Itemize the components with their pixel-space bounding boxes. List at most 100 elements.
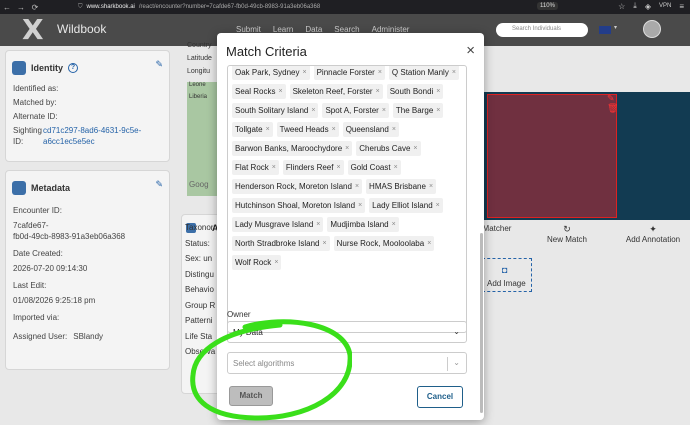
- remove-tag-icon[interactable]: ×: [394, 164, 398, 171]
- map[interactable]: Leone Liberia Goog: [187, 82, 219, 196]
- metadata-title-row: Metadata: [12, 181, 70, 195]
- remove-tag-icon[interactable]: ×: [355, 183, 359, 190]
- chevron-down-icon[interactable]: ⌄: [453, 327, 460, 336]
- edit-pencil-icon[interactable]: ✎: [155, 179, 163, 190]
- metadata-card: Metadata ✎ Encounter ID: 7cafde67- fb0d-…: [5, 170, 170, 370]
- location-tag: Seal Rocks ×: [232, 84, 286, 99]
- remove-tag-icon[interactable]: ×: [429, 183, 433, 190]
- remove-tag-icon[interactable]: ×: [311, 107, 315, 114]
- remove-tag-icon[interactable]: ×: [392, 126, 396, 133]
- magic-wand-icon[interactable]: ✦: [618, 224, 688, 235]
- app-name[interactable]: Wildbook: [57, 22, 106, 36]
- avatar[interactable]: [643, 20, 661, 38]
- remove-tag-icon[interactable]: ×: [323, 240, 327, 247]
- address-bar[interactable]: ⛉ www.sharkbook.ai/react/encounter?numbe…: [78, 4, 320, 11]
- language-flag-icon[interactable]: [599, 26, 611, 34]
- remove-tag-icon[interactable]: ×: [274, 259, 278, 266]
- new-match-action[interactable]: ↻ New Match: [543, 224, 591, 244]
- remove-tag-icon[interactable]: ×: [358, 202, 362, 209]
- match-criteria-modal: Match Criteria × Oak Park, Sydney × Pinnac…: [217, 33, 484, 420]
- remove-tag-icon[interactable]: ×: [302, 69, 306, 76]
- remove-tag-icon[interactable]: ×: [278, 88, 282, 95]
- owner-label: Owner: [227, 310, 251, 319]
- location-tag-label: Flinders Reef: [285, 163, 334, 172]
- forward-icon[interactable]: →: [14, 3, 28, 12]
- search-input[interactable]: Search Individuals: [496, 23, 588, 37]
- bookmark-icon[interactable]: ☆: [618, 2, 625, 11]
- sighting-id-link[interactable]: cd71c297-8ad6-4631-9c5e- a6cc1ec5e5ec: [43, 125, 141, 147]
- add-annotation-action[interactable]: ✦ Add Annotation: [618, 224, 688, 244]
- remove-tag-icon[interactable]: ×: [413, 145, 417, 152]
- annotation-delete-icon[interactable]: 🗑: [607, 103, 618, 114]
- add-image-label[interactable]: Add Image: [487, 279, 526, 288]
- chevron-down-icon[interactable]: ⌄: [453, 358, 460, 367]
- location-tag-label: Lady Musgrave Island: [235, 220, 314, 229]
- location-tag: Tweed Heads ×: [276, 122, 339, 137]
- url-path: /react/encounter?number=7cafde67-fb0d-49…: [138, 4, 321, 10]
- shield-check-icon[interactable]: ◈: [645, 2, 651, 11]
- location-tag-label: South Bondi: [389, 87, 434, 96]
- remove-tag-icon[interactable]: ×: [336, 164, 340, 171]
- sighting-id-line-1[interactable]: cd71c297-8ad6-4631-9c5e-: [43, 125, 141, 136]
- country-label: Country: [187, 42, 212, 49]
- matcher-label[interactable]: Matcher: [482, 224, 512, 233]
- location-tag-label: Cherubs Cave: [359, 144, 411, 153]
- remove-tag-icon[interactable]: ×: [378, 69, 382, 76]
- identity-title-row: Identity ?: [12, 61, 79, 75]
- cancel-button[interactable]: Cancel: [417, 386, 463, 408]
- wildbook-logo[interactable]: X: [22, 16, 44, 44]
- close-icon[interactable]: ×: [466, 42, 475, 59]
- reload-icon[interactable]: ⟳: [28, 3, 42, 12]
- algorithms-select[interactable]: Select algorithms ⌄: [227, 352, 467, 374]
- shield-icon: ⛉: [78, 3, 83, 10]
- annotation-box[interactable]: [487, 94, 617, 218]
- remove-tag-icon[interactable]: ×: [272, 164, 276, 171]
- modal-title: Match Criteria: [226, 44, 307, 59]
- location-tag-label: Skeleton Reef, Forster: [292, 87, 373, 96]
- remove-tag-icon[interactable]: ×: [436, 88, 440, 95]
- add-image-button[interactable]: ◘ Add Image: [482, 258, 532, 292]
- zoom-level[interactable]: 110%: [537, 2, 558, 10]
- map-google-logo: Goog: [189, 180, 209, 189]
- remove-tag-icon[interactable]: ×: [316, 221, 320, 228]
- location-tag-label: Tollgate: [235, 125, 263, 134]
- help-icon[interactable]: ?: [68, 63, 79, 73]
- location-tag: Wolf Rock ×: [232, 255, 282, 270]
- encounter-id-label: Encounter ID:: [13, 206, 62, 215]
- refresh-icon[interactable]: ↻: [543, 224, 591, 235]
- remove-tag-icon[interactable]: ×: [436, 107, 440, 114]
- location-multiselect[interactable]: Oak Park, Sydney × Pinnacle Forster × Q Stat…: [227, 65, 467, 333]
- new-match-label[interactable]: New Match: [543, 235, 591, 244]
- location-tag: Flinders Reef ×: [282, 160, 344, 175]
- remove-tag-icon[interactable]: ×: [392, 221, 396, 228]
- chevron-down-icon[interactable]: ▾: [614, 24, 617, 31]
- remove-tag-icon[interactable]: ×: [332, 126, 336, 133]
- remove-tag-icon[interactable]: ×: [452, 69, 456, 76]
- metadata-title: Metadata: [31, 183, 71, 193]
- id-card-icon: [12, 61, 26, 75]
- remove-tag-icon[interactable]: ×: [427, 240, 431, 247]
- remove-tag-icon[interactable]: ×: [266, 126, 270, 133]
- back-icon[interactable]: ←: [0, 3, 14, 12]
- remove-tag-icon[interactable]: ×: [382, 107, 386, 114]
- remove-tag-icon[interactable]: ×: [345, 145, 349, 152]
- location-tag: South Bondi ×: [386, 84, 444, 99]
- modal-scrollbar[interactable]: [480, 233, 483, 413]
- edit-pencil-icon[interactable]: ✎: [155, 59, 163, 70]
- last-edit-label: Last Edit:: [13, 281, 47, 290]
- remove-tag-icon[interactable]: ×: [436, 202, 440, 209]
- match-button[interactable]: Match: [229, 386, 273, 406]
- remove-tag-icon[interactable]: ×: [376, 88, 380, 95]
- vpn-button[interactable]: VPN: [659, 3, 671, 9]
- download-icon[interactable]: ⤓: [633, 1, 637, 11]
- matcher-action[interactable]: Matcher: [482, 224, 512, 233]
- attr-group-role: Group R: [185, 300, 216, 310]
- metadata-fields: Encounter ID: 7cafde67- fb0d-49cb-8983-9…: [13, 205, 168, 342]
- owner-select[interactable]: My Data ⌄: [227, 321, 467, 343]
- encounter-photo[interactable]: ✎ 🗑: [483, 92, 690, 220]
- add-annotation-label[interactable]: Add Annotation: [618, 235, 688, 244]
- attr-patterning: Patterni: [185, 316, 213, 325]
- sighting-id-line-2[interactable]: a6cc1ec5e5ec: [43, 136, 141, 147]
- menu-icon[interactable]: ≡: [679, 2, 684, 11]
- location-tag: Henderson Rock, Moreton Island ×: [232, 179, 363, 194]
